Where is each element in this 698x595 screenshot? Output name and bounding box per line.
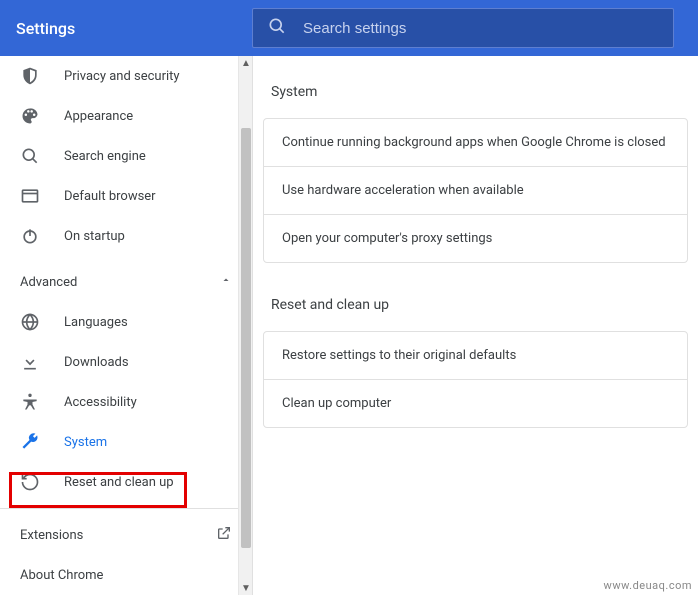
sidebar-item-label: About Chrome xyxy=(20,568,103,583)
advanced-label: Advanced xyxy=(20,275,77,290)
sidebar-item-label: System xyxy=(64,435,107,450)
accessibility-icon xyxy=(20,392,40,412)
sidebar-item-default-browser[interactable]: Default browser xyxy=(0,176,252,216)
search-icon xyxy=(267,16,287,40)
sidebar-item-label: Downloads xyxy=(64,355,129,370)
scroll-up-arrow[interactable]: ▲ xyxy=(239,56,253,70)
setting-row-cleanup[interactable]: Clean up computer xyxy=(264,380,687,427)
sidebar-item-label: On startup xyxy=(64,229,125,244)
sidebar-item-label: Appearance xyxy=(64,109,133,124)
header: Settings xyxy=(0,0,698,56)
sidebar-item-accessibility[interactable]: Accessibility xyxy=(0,382,252,422)
sidebar-item-about[interactable]: About Chrome xyxy=(0,555,252,595)
reset-card: Restore settings to their original defau… xyxy=(263,331,688,428)
sidebar-item-label: Privacy and security xyxy=(64,69,180,84)
wrench-icon xyxy=(20,432,40,452)
sidebar-item-label: Languages xyxy=(64,315,128,330)
system-card: Continue running background apps when Go… xyxy=(263,118,688,263)
sidebar: Privacy and security Appearance Search e… xyxy=(0,56,253,595)
sidebar-item-search-engine[interactable]: Search engine xyxy=(0,136,252,176)
section-heading-reset: Reset and clean up xyxy=(263,293,688,331)
sidebar-item-label: Search engine xyxy=(64,149,146,164)
search-box[interactable] xyxy=(252,8,674,48)
sidebar-scrollbar[interactable]: ▲ ▼ xyxy=(238,56,252,595)
sidebar-item-privacy[interactable]: Privacy and security xyxy=(0,56,252,96)
sidebar-item-system[interactable]: System xyxy=(0,422,252,462)
restore-icon xyxy=(20,472,40,492)
watermark: www.deuaq.com xyxy=(604,579,692,592)
main-content: System Continue running background apps … xyxy=(253,56,698,595)
palette-icon xyxy=(20,106,40,126)
sidebar-item-downloads[interactable]: Downloads xyxy=(0,342,252,382)
advanced-toggle[interactable]: Advanced xyxy=(0,262,252,302)
setting-row-background-apps[interactable]: Continue running background apps when Go… xyxy=(264,119,687,167)
sidebar-item-extensions[interactable]: Extensions xyxy=(0,515,252,555)
setting-row-restore-defaults[interactable]: Restore settings to their original defau… xyxy=(264,332,687,380)
power-icon xyxy=(20,226,40,246)
sidebar-item-languages[interactable]: Languages xyxy=(0,302,252,342)
globe-icon xyxy=(20,312,40,332)
scroll-down-arrow[interactable]: ▼ xyxy=(239,581,253,595)
page-title: Settings xyxy=(16,19,252,38)
sidebar-item-label: Default browser xyxy=(64,189,156,204)
chevron-up-icon xyxy=(220,274,232,290)
section-heading-system: System xyxy=(263,80,688,118)
search-input[interactable] xyxy=(303,20,659,37)
sidebar-item-appearance[interactable]: Appearance xyxy=(0,96,252,136)
content-columns: Privacy and security Appearance Search e… xyxy=(0,56,698,595)
setting-row-proxy[interactable]: Open your computer's proxy settings xyxy=(264,215,687,262)
sidebar-item-label: Reset and clean up xyxy=(64,475,174,490)
shield-icon xyxy=(20,66,40,86)
sidebar-item-label: Accessibility xyxy=(64,395,137,410)
sidebar-item-on-startup[interactable]: On startup xyxy=(0,216,252,256)
scroll-thumb[interactable] xyxy=(241,128,251,548)
download-icon xyxy=(20,352,40,372)
sidebar-item-label: Extensions xyxy=(20,528,83,543)
external-link-icon xyxy=(216,525,232,545)
divider xyxy=(0,508,252,509)
sidebar-item-reset[interactable]: Reset and clean up xyxy=(0,462,252,502)
setting-row-hardware-accel[interactable]: Use hardware acceleration when available xyxy=(264,167,687,215)
browser-icon xyxy=(20,186,40,206)
search-icon xyxy=(20,146,40,166)
